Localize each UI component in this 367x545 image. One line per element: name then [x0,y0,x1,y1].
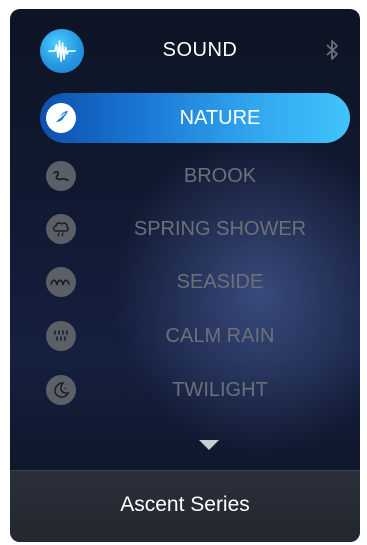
sound-item-label: TWILIGHT [172,379,268,401]
sound-item-label: SPRING SHOWER [133,218,307,240]
stream-icon [46,161,76,191]
cloud-rain-icon [46,214,76,244]
sound-item-label: SEASIDE [176,271,264,293]
footer-brand-text: Ascent Series [120,493,250,516]
waveform-icon [48,40,76,62]
sound-item-label: NATURE [179,107,261,129]
header: SOUND [10,9,360,89]
waves-icon [46,267,76,297]
sound-item-twilight[interactable]: TWILIGHT [10,367,360,413]
chevron-down-icon[interactable] [198,439,220,451]
footer: Ascent Series [10,470,360,542]
sound-item-label: CALM RAIN [165,325,275,347]
raindrops-icon [46,321,76,351]
bird-icon [46,103,76,133]
sound-item-calm-rain[interactable]: CALM RAIN [10,313,360,359]
sound-item-label: BROOK [183,165,257,187]
device-screen: SOUND NATURE BROOK SPRING SHOWER SEASIDE… [10,9,360,542]
page-title: SOUND [162,39,238,61]
sound-item-seaside[interactable]: SEASIDE [10,259,360,305]
sound-item-nature[interactable]: NATURE [10,93,360,143]
waveform-logo-button[interactable] [40,29,84,73]
moon-icon [46,375,76,405]
bluetooth-icon[interactable] [324,39,340,61]
sound-item-spring-shower[interactable]: SPRING SHOWER [10,206,360,252]
sound-item-brook[interactable]: BROOK [10,153,360,199]
